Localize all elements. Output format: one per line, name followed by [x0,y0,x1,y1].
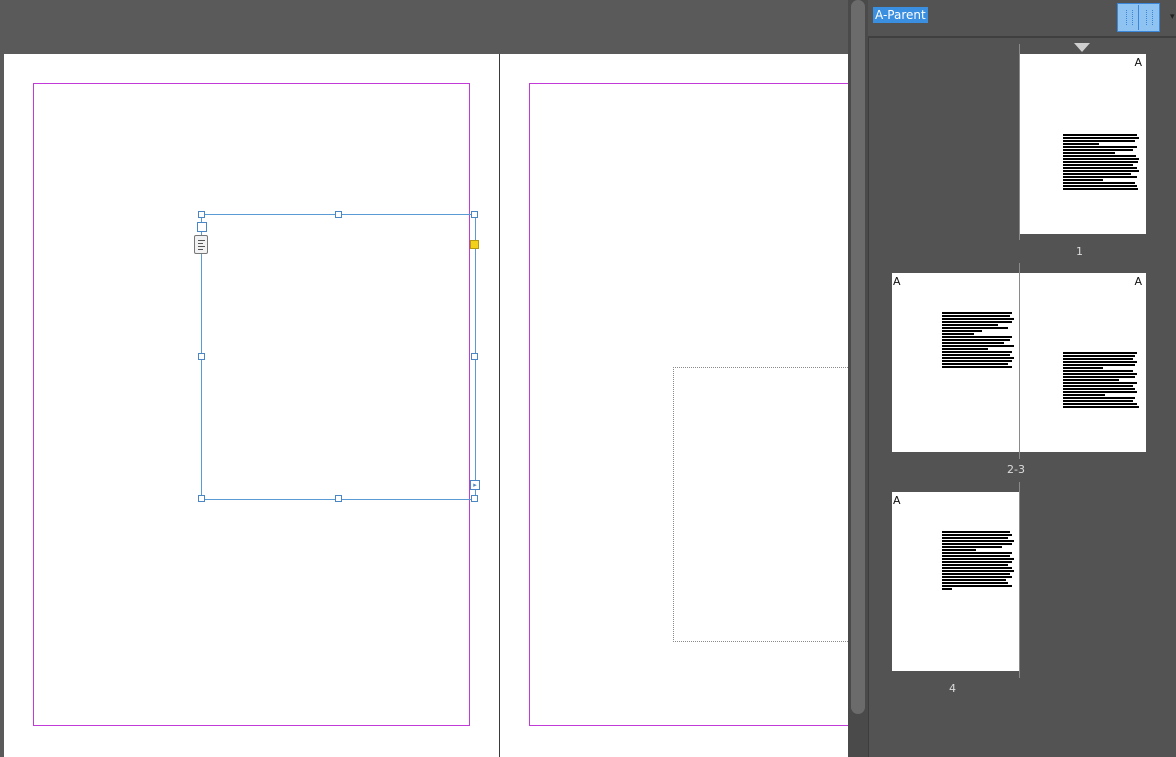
parent-prefix: A [1134,56,1142,69]
empty-frame[interactable] [673,367,864,642]
selected-text-frame[interactable] [201,214,476,500]
parent-spread-thumbnail[interactable] [1117,3,1160,32]
parent-prefix: A [893,494,901,507]
page-number-4[interactable]: 4 [949,682,956,695]
text-preview [1063,352,1139,409]
handle-top-middle[interactable] [335,211,342,218]
scrollbar-thumb[interactable] [851,0,865,714]
page-thumbnail-1[interactable]: A [1020,54,1146,234]
text-preview [1063,134,1139,191]
page-number-1[interactable]: 1 [1076,245,1083,258]
handle-bottom-left[interactable] [198,495,205,502]
parent-prefix: A [1134,275,1142,288]
text-preview [942,531,1014,591]
text-preview [942,312,1014,369]
page-thumbnail-2[interactable]: A [892,273,1019,452]
page-thumbnail-4[interactable]: A [892,492,1019,671]
handle-middle-right[interactable] [471,353,478,360]
handle-top-right[interactable] [471,211,478,218]
parent-page-label[interactable]: A-Parent [873,7,928,23]
spine-line [1019,482,1020,678]
panel-scroll-arrow-icon[interactable]: ▾ [1170,12,1175,22]
handle-middle-left[interactable] [198,353,205,360]
handle-top-left[interactable] [198,211,205,218]
live-corner-widget[interactable] [470,240,479,249]
text-thread-icon[interactable] [194,235,208,254]
in-port[interactable] [197,222,207,232]
overflow-arrow-icon[interactable]: ▸ [470,480,480,490]
spread-spine [499,54,500,757]
current-page-marker-icon [1074,43,1090,52]
page-number-2-3[interactable]: 2-3 [1007,463,1025,476]
page-thumbnail-3[interactable]: A [1020,273,1146,452]
handle-bottom-right[interactable] [471,495,478,502]
parent-prefix: A [893,275,901,288]
handle-bottom-middle[interactable] [335,495,342,502]
